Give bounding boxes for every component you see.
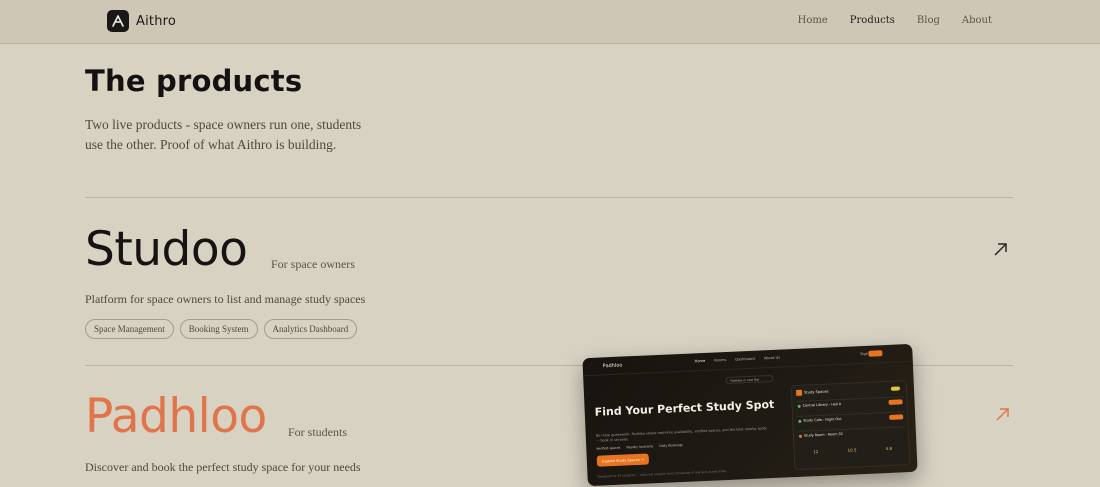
product-name-padhloo[interactable]: Padhloo — [85, 389, 267, 444]
product-name-studoo[interactable]: Studoo — [85, 222, 248, 277]
preview-features: Verified spaces Nearby locations Daily B… — [596, 443, 683, 451]
preview-space-row: Central Library - Hall A — [796, 396, 905, 413]
preview-nav-item: Rooms — [714, 357, 727, 363]
status-dot-icon — [797, 404, 801, 408]
preview-panel-icon — [795, 389, 803, 396]
preview-brand: Padhloo — [602, 362, 623, 370]
preview-feature: Daily Bookings — [659, 442, 683, 448]
status-dot-icon — [798, 419, 802, 423]
preview-stats: 12 10.5 4.8 — [799, 445, 907, 455]
product-tags: Space Management Booking System Analytic… — [85, 319, 358, 339]
brand-name: Aithro — [136, 13, 177, 29]
preview-nav-item: Home — [694, 358, 706, 364]
page-intro: Two live products - space owners run one… — [85, 117, 362, 152]
padhloo-preview-screenshot[interactable]: Padhloo Home Rooms Dashboard About Us Si… — [582, 343, 918, 487]
preview-live-badge — [890, 386, 901, 391]
status-dot-icon — [798, 434, 803, 438]
preview-space-name: Central Library - Hall A — [802, 402, 842, 408]
preview-stat: 10.5 — [847, 447, 857, 453]
preview-panel-title: Study Spaces — [803, 389, 829, 395]
section-divider — [85, 197, 1013, 198]
preview-nav-items: Home Rooms Dashboard About Us — [695, 356, 781, 364]
tag-analytics-dashboard: Analytics Dashboard — [263, 319, 358, 339]
preview-nav-item: About Us — [763, 355, 781, 361]
preview-cta-button: Explore Study Spaces → — [596, 453, 650, 467]
external-arrow-icon[interactable] — [992, 240, 1010, 258]
tag-booking-system: Booking System — [179, 319, 258, 339]
preview-stat: 12 — [813, 449, 819, 455]
preview-space-row: Study Room - Room 02 — [797, 426, 907, 443]
brand-logo[interactable]: Aithro — [107, 10, 176, 32]
preview-hero-title: Find Your Perfect Study Spot — [594, 397, 775, 419]
preview-space-name: Study Room - Room 02 — [803, 431, 843, 438]
nav-links: Home Products Blog About — [798, 15, 992, 26]
preview-space-name: Study Cafe - Night Out — [803, 417, 842, 423]
nav-link-products[interactable]: Products — [850, 15, 895, 26]
preview-city-selector: Padhloo in new Nal — [725, 374, 774, 385]
aithro-logo-icon — [107, 10, 129, 32]
external-arrow-icon[interactable] — [994, 405, 1012, 423]
preview-book-button — [888, 399, 903, 405]
preview-space-row: Study Cafe - Night Out — [797, 411, 906, 428]
preview-book-button — [889, 414, 904, 420]
preview-hero-subtitle: No more guesswork. Padhloo shows real-ti… — [595, 426, 767, 443]
preview-register-button — [868, 350, 883, 357]
preview-trust-text: Designed for IIT students — with real in… — [597, 469, 728, 479]
preview-feature: Nearby locations — [626, 444, 654, 450]
nav-link-about[interactable]: About — [962, 15, 992, 26]
preview-nav: Padhloo Home Rooms Dashboard About Us Si… — [582, 343, 913, 377]
preview-stat: 4.8 — [885, 445, 893, 452]
nav-link-home[interactable]: Home — [798, 15, 828, 26]
product-tagline: For space owners — [271, 257, 355, 271]
product-description: Discover and book the perfect study spac… — [85, 460, 361, 474]
preview-nav-item: Dashboard — [735, 356, 755, 362]
tag-space-management: Space Management — [85, 319, 174, 339]
product-description: Platform for space owners to list and ma… — [85, 292, 366, 306]
top-nav: Aithro Home Products Blog About — [0, 0, 1100, 44]
page-title: The products — [85, 64, 303, 98]
preview-feature: Verified spaces — [596, 445, 621, 451]
product-tagline: For students — [288, 425, 348, 439]
nav-link-blog[interactable]: Blog — [917, 15, 940, 26]
preview-spaces-panel: Study Spaces Central Library - Hall A St… — [790, 380, 911, 471]
